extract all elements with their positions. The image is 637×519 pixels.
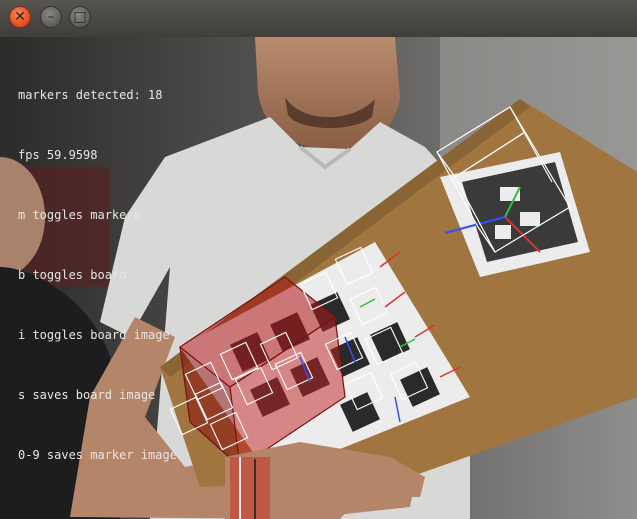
- wristband: [230, 457, 270, 519]
- app-window: ✕ – □ markers detected: 18 fps 59.9598 m…: [0, 0, 637, 519]
- toggle-board-hint: b toggles board: [18, 268, 127, 282]
- maximize-icon[interactable]: □: [69, 6, 91, 28]
- fps-text: fps 59.9598: [18, 148, 98, 162]
- toggle-markers-hint: m toggles markers: [18, 208, 141, 222]
- toggle-board-image-hint: i toggles board image: [18, 328, 170, 342]
- close-icon[interactable]: ✕: [9, 6, 31, 28]
- status-overlay: markers detected: 18 fps 59.9598 m toggl…: [18, 45, 177, 505]
- title-bar[interactable]: ✕ – □: [0, 0, 637, 38]
- markers-detected-text: markers detected: 18: [18, 88, 163, 102]
- camera-viewport: markers detected: 18 fps 59.9598 m toggl…: [0, 37, 637, 519]
- save-board-image-hint: s saves board image: [18, 388, 156, 402]
- minimize-icon[interactable]: –: [40, 6, 62, 28]
- save-marker-image-hint: 0-9 saves marker image: [18, 448, 177, 462]
